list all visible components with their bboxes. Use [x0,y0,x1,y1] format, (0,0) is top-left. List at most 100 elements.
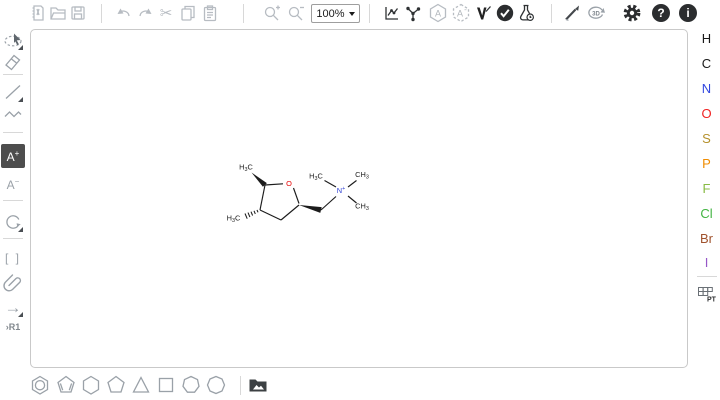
single-bond-icon [2,81,24,103]
new-document-icon [28,3,48,23]
copy-button[interactable] [176,1,200,25]
cycloheptane-icon [179,373,203,397]
svg-text:3D: 3D [592,12,600,18]
paste-clipboard-icon [200,3,220,23]
element-symbol: S [702,131,711,146]
clean-up-icon [403,3,423,23]
divider [697,276,717,277]
cyclooctane-icon [204,373,228,397]
template-library-button[interactable] [246,373,270,397]
atom-labels: H3C H3C O H3C CH3 CH3 N+ [227,163,369,225]
stereo-wedge-icon [473,3,493,23]
element-symbol: N [702,81,711,96]
atom-button-br[interactable]: Br [694,228,719,248]
chain-tool[interactable] [1,102,25,126]
zoom-level-dropdown[interactable]: 100% [311,4,360,23]
brackets-icon: [ ] [5,251,21,265]
atom-label-methyl: H3C [309,172,323,183]
atom-button-h[interactable]: H [694,28,719,48]
rgroup-tool[interactable]: ›R1 [1,318,25,336]
info-icon: i [679,4,697,22]
atom-button-p[interactable]: P [694,153,719,173]
atom-button-n[interactable]: N [694,78,719,98]
aromatize-button[interactable]: A [426,1,450,25]
rotate-3d-button[interactable]: 3D [584,1,608,25]
zoom-out-button[interactable] [284,1,308,25]
save-button[interactable] [66,1,90,25]
template-library-icon [247,375,269,395]
reaction-arrow-icon: → [5,299,22,316]
dearomatize-button[interactable]: A- [449,1,473,25]
undo-button[interactable] [111,1,135,25]
help-button[interactable]: ? [649,1,673,25]
scissors-icon: ✂ [160,6,173,21]
template-cyclopropane-button[interactable] [129,373,153,397]
template-benzene-button[interactable] [28,373,52,397]
lasso-selection-tool[interactable] [1,28,25,52]
atom-label-methyl: CH3 [355,202,369,213]
atom-button-s[interactable]: S [694,128,719,148]
element-symbol: Cl [700,206,712,221]
atom-button-o[interactable]: O [694,103,719,123]
calculate-cip-button[interactable] [471,1,495,25]
divider [3,132,23,133]
charge-minus-icon: A− [7,178,20,191]
charge-plus-tool[interactable]: A+ [1,144,25,168]
drawing-canvas[interactable]: H3C H3C O H3C CH3 CH3 N+ [30,29,688,368]
divider [243,4,244,23]
charge-minus-tool[interactable]: A− [1,172,25,196]
attach-tool[interactable] [1,270,25,294]
template-cyclooctane-button[interactable] [204,373,228,397]
rotate-tool[interactable] [1,210,25,234]
atom-label-methyl: H3C [227,214,241,225]
periodic-table-icon: PT [697,286,716,303]
sgroup-tool[interactable]: [ ] [1,246,25,270]
cut-button[interactable]: ✂ [154,1,178,25]
cyclopentadiene-icon [54,373,78,397]
zoom-in-button[interactable] [260,1,284,25]
cyclohexane-icon [79,373,103,397]
element-symbol: I [705,255,709,270]
cyclobutane-icon [154,373,178,397]
periodic-table-button[interactable]: PT [694,283,719,305]
clean-up-button[interactable] [401,1,425,25]
svg-text:A: A [457,9,463,19]
copy-icon [178,3,198,23]
redo-icon [136,3,156,23]
template-cyclopentadiene-button[interactable] [54,373,78,397]
eraser-icon [2,51,24,73]
aromatize-hexagon-icon: A [427,2,449,24]
check-circle-icon [495,3,515,23]
erase-tool[interactable] [1,50,25,74]
settings-button[interactable] [620,1,644,25]
atom-button-cl[interactable]: Cl [694,203,719,223]
template-cyclohexane-button[interactable] [79,373,103,397]
magnifier-minus-icon [286,3,306,23]
svg-text:PT: PT [707,296,716,303]
benzene-icon [28,373,52,397]
calculated-values-button[interactable] [514,1,538,25]
element-symbol: H [702,31,711,46]
cyclopentane-icon [104,373,128,397]
element-symbol: Br [700,231,713,246]
dropdown-arrow-icon [349,12,355,16]
atom-label-methyl: CH3 [355,170,369,181]
element-symbol: F [703,181,711,196]
template-cyclopentane-button[interactable] [104,373,128,397]
help-icon: ? [652,4,670,22]
divider [3,238,23,239]
svg-text:A: A [435,9,441,19]
open-3d-viewer-button[interactable] [560,1,584,25]
about-button[interactable]: i [676,1,700,25]
paste-button[interactable] [198,1,222,25]
template-cyclobutane-button[interactable] [154,373,178,397]
atom-button-f[interactable]: F [694,178,719,198]
divider [240,376,241,395]
zoom-level-value: 100% [316,8,344,20]
single-bond-tool[interactable] [1,80,25,104]
template-cycloheptane-button[interactable] [179,373,203,397]
atom-button-c[interactable]: C [694,53,719,73]
atom-button-i[interactable]: I [694,252,719,272]
reaction-arrow-tool[interactable]: → [1,295,25,319]
cyclopropane-icon [129,373,153,397]
